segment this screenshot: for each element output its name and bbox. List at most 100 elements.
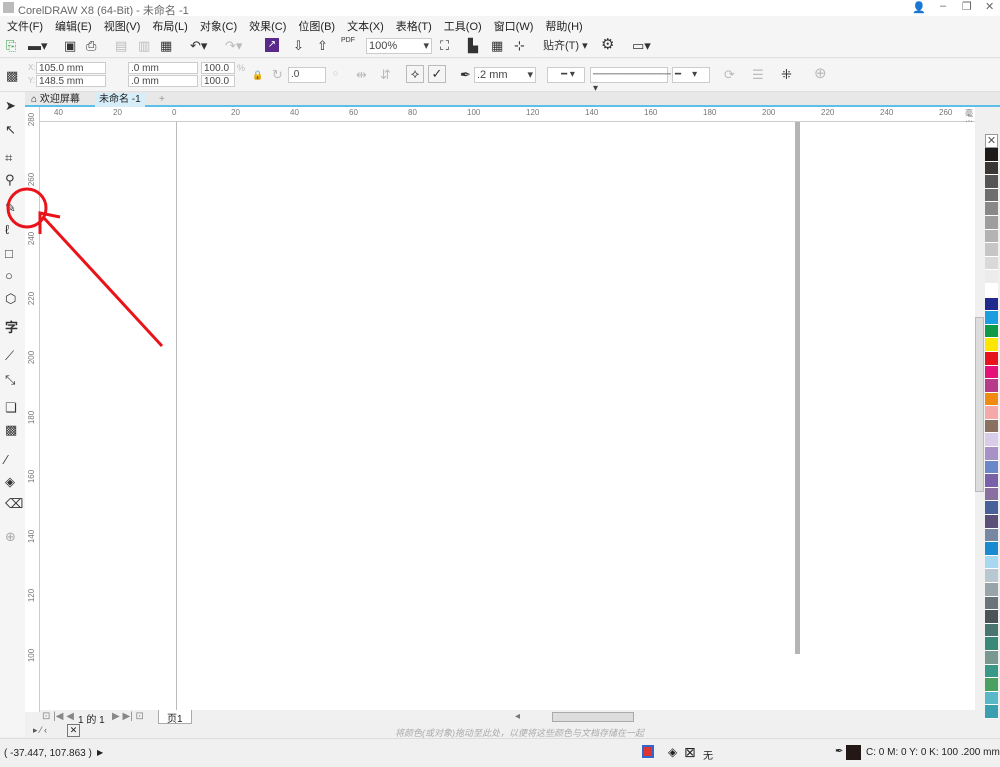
outline-width-select[interactable]: .2 mm ▾ [474, 67, 536, 83]
zoom-level-select[interactable]: 100% ▾ [366, 38, 432, 54]
drawing-canvas[interactable] [40, 122, 975, 710]
color-swatch[interactable] [985, 338, 998, 352]
start-arrowhead-select[interactable]: ━ ▾ [547, 67, 585, 83]
end-arrowhead-select[interactable]: ━ ▾ [672, 67, 710, 83]
open-icon[interactable]: ▬▾ [28, 38, 48, 54]
color-swatch[interactable] [985, 705, 998, 719]
page-nav-buttons[interactable]: ⊡ |◀ ◀ [42, 711, 74, 722]
add-tool-icon[interactable]: ⊕ [5, 529, 16, 545]
interactive-fill-tool-icon[interactable]: ◈ [5, 474, 15, 490]
menu-item[interactable]: 文件(F) [7, 18, 43, 34]
color-swatch[interactable] [985, 229, 998, 244]
scale-x-field[interactable]: 100.0 [201, 62, 235, 74]
color-swatch[interactable] [985, 691, 998, 706]
show-rulers-icon[interactable]: ▙ [468, 38, 478, 54]
drop-shadow-tool-icon[interactable]: ❏ [5, 400, 17, 416]
menu-item[interactable]: 位图(B) [298, 18, 335, 34]
save-icon[interactable]: ▣ [64, 38, 76, 54]
new-document-icon[interactable]: ⎘ [6, 38, 16, 54]
zoom-tool-icon[interactable]: ⚲ [5, 172, 15, 188]
color-swatch[interactable] [985, 283, 998, 298]
color-proof-icon[interactable] [642, 745, 654, 758]
menu-item[interactable]: 布局(L) [152, 18, 187, 34]
color-eyedropper-tool-icon[interactable]: ⁄ [5, 452, 7, 468]
mirror-horizontal-icon[interactable]: ⇹ [356, 67, 367, 83]
outline-color-swatch[interactable] [846, 745, 861, 760]
color-swatch[interactable] [985, 596, 998, 611]
polygon-tool-icon[interactable]: ⬡ [5, 291, 16, 307]
connector-tool-icon[interactable]: ⤡ [5, 372, 15, 388]
user-icon[interactable]: 👤 [912, 1, 926, 14]
tab-welcome-screen[interactable]: ⌂ 欢迎屏幕 [27, 93, 84, 107]
mirror-vertical-icon[interactable]: ⇵ [380, 67, 391, 83]
artistic-media-tool-icon[interactable]: ℓ [5, 222, 9, 238]
show-grid-icon[interactable]: ▦ [491, 38, 503, 54]
color-swatch[interactable] [985, 515, 998, 529]
scale-y-field[interactable]: 100.0 [201, 75, 235, 87]
menu-item[interactable]: 工具(O) [444, 18, 482, 34]
color-swatch[interactable] [985, 324, 998, 339]
full-screen-icon[interactable]: ⛶ [440, 38, 449, 54]
vertical-scrollbar[interactable] [975, 107, 985, 712]
no-fill-swatch[interactable]: ⊠ [684, 744, 696, 761]
color-swatch[interactable] [985, 270, 998, 284]
export-icon[interactable]: ⇧ [317, 38, 328, 54]
status-expand-arrow[interactable]: ▶ [97, 748, 103, 757]
new-tab-button[interactable]: + [155, 93, 169, 107]
paste-icon[interactable]: ▦ [160, 38, 172, 54]
color-swatch[interactable] [985, 419, 998, 434]
freehand-tool-icon[interactable]: ✎ [5, 200, 16, 216]
publish-pdf-icon[interactable]: PDF [341, 37, 355, 45]
rotation-angle-field[interactable]: .0 [288, 67, 326, 83]
color-swatch[interactable] [985, 501, 998, 516]
show-guidelines-icon[interactable]: ⊹ [514, 38, 525, 54]
crop-tool-icon[interactable]: ⌗ [5, 150, 12, 166]
color-swatch[interactable] [985, 256, 998, 271]
snap-to-dropdown[interactable]: 贴齐(T) ▾ [543, 38, 588, 54]
width-field[interactable]: .0 mm [128, 62, 198, 74]
no-color-swatch-doc[interactable]: ✕ [67, 724, 80, 737]
color-swatch[interactable] [985, 528, 998, 543]
import-icon[interactable]: ⇩ [293, 38, 304, 54]
color-swatch[interactable] [985, 148, 998, 162]
add-icon[interactable]: ⊕ [814, 66, 827, 82]
undo-icon[interactable]: ↶▾ [190, 38, 207, 54]
horizontal-ruler[interactable]: 40 20 0 20 40 60 80 100 120 140 160 180 200 220 240 260… [40, 107, 975, 129]
color-swatch[interactable] [985, 202, 998, 216]
close-button[interactable]: ✕ [985, 0, 994, 13]
menu-item[interactable]: 帮助(H) [545, 18, 582, 34]
height-field[interactable]: .0 mm [128, 75, 198, 87]
color-swatch[interactable] [985, 650, 998, 665]
page-nav-next-buttons[interactable]: ▶ ▶| ⊡ [112, 711, 144, 722]
color-swatch[interactable] [985, 311, 998, 325]
options-gear-icon[interactable]: ⚙ [601, 37, 614, 53]
color-swatch[interactable] [985, 583, 998, 597]
pick-tool-icon[interactable]: ➤ [5, 98, 16, 114]
x-position-field[interactable]: 105.0 mm [36, 62, 106, 74]
color-swatch[interactable] [985, 610, 998, 624]
restore-button[interactable]: ❐ [962, 0, 972, 13]
vertical-ruler[interactable]: 280 260 240 220 200 180 160 140 120 100 [25, 107, 40, 712]
menu-item[interactable]: 文本(X) [347, 18, 384, 34]
ellipse-tool-icon[interactable]: ○ [5, 268, 13, 284]
page-tab-1[interactable]: 页1 [158, 710, 192, 725]
color-swatch[interactable] [985, 379, 998, 393]
redo-icon[interactable]: ↷▾ [225, 38, 242, 54]
menu-item[interactable]: 编辑(E) [55, 18, 92, 34]
color-swatch[interactable] [985, 406, 998, 420]
color-swatch[interactable] [985, 175, 998, 189]
rectangle-tool-icon[interactable]: □ [5, 246, 13, 262]
scroll-left-button[interactable]: ◂ [515, 711, 520, 722]
color-swatch[interactable] [985, 297, 998, 312]
minimize-button[interactable]: – [940, 0, 946, 12]
color-swatch[interactable] [985, 569, 998, 583]
shape-tool-icon[interactable]: ↖ [5, 122, 16, 138]
curve-options-icon[interactable]: ✓ [428, 65, 446, 83]
menu-item[interactable]: 对象(C) [200, 18, 237, 34]
color-swatch[interactable] [985, 365, 998, 380]
menu-item[interactable]: 窗口(W) [494, 18, 534, 34]
object-origin-icon[interactable]: ▩ [6, 68, 18, 84]
application-launcher-icon[interactable]: ▭▾ [632, 38, 651, 54]
wrap-text-icon[interactable]: ☰ [752, 67, 764, 83]
smart-fill-tool-icon[interactable]: ⌫ [5, 496, 23, 512]
